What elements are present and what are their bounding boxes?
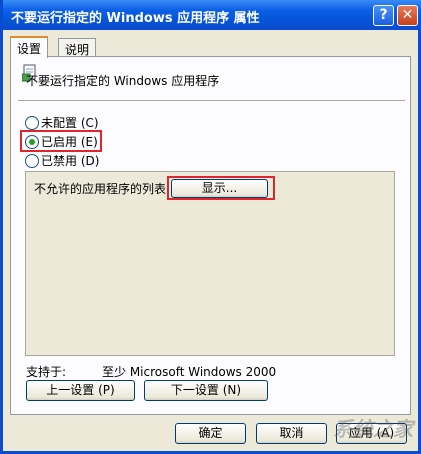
next-setting-button[interactable]: 下一设置 (N) [144, 380, 268, 401]
radio-circle[interactable] [25, 153, 39, 168]
supported-label: 支持于: [26, 365, 67, 379]
tab-settings[interactable]: 设置 [10, 36, 49, 58]
radio-enabled[interactable]: 已启用 (E) [25, 133, 98, 149]
watermark-logo: 系统之家 [333, 417, 413, 441]
radio-circle[interactable] [25, 115, 39, 130]
radio-label: 已禁用 (D) [41, 154, 100, 168]
disallowed-apps-label: 不允许的应用程序的列表 [34, 182, 167, 196]
separator [18, 100, 405, 102]
previous-setting-button[interactable]: 上一设置 (P) [26, 380, 135, 401]
window-title: 不要运行指定的 Windows 应用程序 属性 [11, 11, 260, 26]
radio-circle-checked[interactable] [25, 134, 39, 149]
show-button[interactable]: 显示... [171, 179, 268, 198]
close-button[interactable]: ✕ [397, 5, 418, 26]
help-button[interactable]: ? [373, 5, 394, 26]
radio-disabled[interactable]: 已禁用 (D) [25, 152, 99, 168]
radio-label: 已启用 (E) [41, 135, 98, 149]
policy-title: 不要运行指定的 Windows 应用程序 [26, 74, 220, 88]
tab-explain[interactable]: 说明 [58, 38, 97, 58]
supported-value: 至少 Microsoft Windows 2000 [102, 365, 277, 379]
radio-not-configured[interactable]: 未配置 (C) [25, 114, 99, 130]
radio-label: 未配置 (C) [41, 116, 99, 130]
ok-button[interactable]: 确定 [175, 423, 246, 444]
cancel-button[interactable]: 取消 [256, 423, 327, 444]
title-bar[interactable]: 不要运行指定的 Windows 应用程序 属性 ? ✕ [3, 0, 421, 30]
